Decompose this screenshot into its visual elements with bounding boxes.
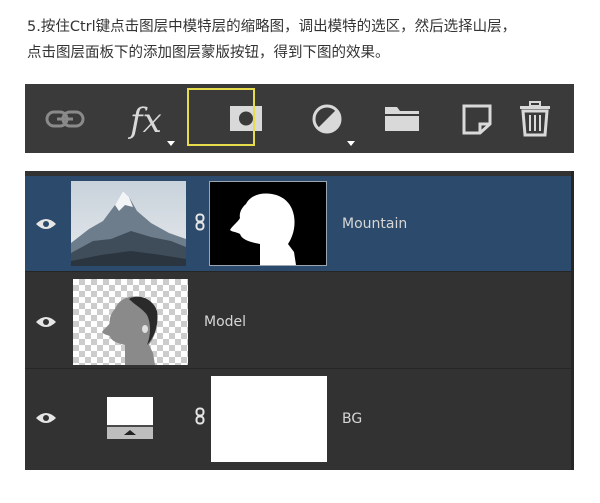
instruction-text: 5.按住Ctrl键点击图层中模特层的缩略图，调出模特的选区，然后选择山层， 点击… xyxy=(27,14,587,66)
layer-row-bg[interactable]: BG xyxy=(25,369,571,470)
instruction-line-1: 5.按住Ctrl键点击图层中模特层的缩略图，调出模特的选区，然后选择山层， xyxy=(27,19,517,35)
fx-label: fx xyxy=(127,101,162,141)
link-layers-icon xyxy=(45,110,85,128)
layer-name[interactable]: Model xyxy=(204,314,246,330)
layer-name[interactable]: BG xyxy=(342,411,362,427)
add-layer-mask-icon xyxy=(230,106,262,131)
layer-thumbnail[interactable] xyxy=(73,279,188,365)
layers-panel: Mountain Model BG xyxy=(25,171,574,470)
new-group-button[interactable] xyxy=(373,84,433,153)
link-chain-icon[interactable] xyxy=(195,213,205,231)
new-layer-button[interactable] xyxy=(446,84,506,153)
layer-mask-thumbnail[interactable] xyxy=(211,376,327,462)
silhouette-mask xyxy=(210,182,326,265)
link-layers-button[interactable] xyxy=(39,84,93,153)
layer-row-mountain[interactable]: Mountain xyxy=(25,176,571,271)
visibility-eye-icon[interactable] xyxy=(35,410,57,426)
visibility-eye-icon[interactable] xyxy=(35,216,57,232)
fx-icon: fx xyxy=(127,101,175,146)
panel-scrollbar[interactable] xyxy=(571,171,574,470)
link-chain-icon[interactable] xyxy=(195,407,205,425)
fill-layer-icon xyxy=(107,397,153,439)
add-layer-mask-button[interactable] xyxy=(212,84,280,153)
layers-toolbar: fx xyxy=(25,84,574,153)
instruction-line-2: 点击图层面板下的添加图层蒙版按钮，得到下图的效果。 xyxy=(27,45,390,61)
model-portrait xyxy=(102,296,158,365)
layer-style-button[interactable]: fx xyxy=(122,84,204,153)
dropdown-arrow-icon xyxy=(347,141,355,146)
adjustment-layer-icon xyxy=(312,104,355,146)
delete-layer-button[interactable] xyxy=(506,84,566,153)
layer-mask-thumbnail[interactable] xyxy=(209,181,327,266)
mountain-photo xyxy=(71,181,186,266)
adjustment-layer-button[interactable] xyxy=(303,84,363,153)
layer-thumbnail[interactable] xyxy=(71,181,186,266)
new-layer-icon xyxy=(462,104,492,135)
layer-name[interactable]: Mountain xyxy=(342,216,407,232)
dropdown-arrow-icon xyxy=(167,141,175,146)
visibility-eye-icon[interactable] xyxy=(35,314,57,330)
trash-icon xyxy=(520,101,550,137)
folder-icon xyxy=(385,107,419,131)
layer-row-model[interactable]: Model xyxy=(25,272,571,368)
